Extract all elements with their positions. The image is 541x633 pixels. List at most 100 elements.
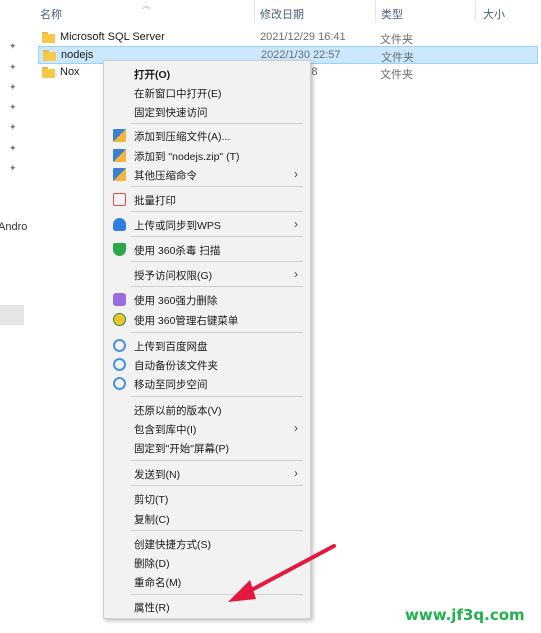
menu-separator [131, 186, 303, 187]
menu-item-label: 剪切(T) [134, 494, 169, 506]
shredder-icon [113, 293, 126, 306]
column-header-size[interactable]: 大小 [483, 6, 505, 22]
pin-icon[interactable]: ✦ [9, 62, 19, 72]
menu-item-send-to[interactable]: 发送到(N) › [104, 464, 310, 483]
file-name: Microsoft SQL Server [60, 31, 165, 43]
pin-icon[interactable]: ✦ [9, 102, 19, 112]
menu-item-label: 重命名(M) [134, 577, 182, 589]
menu-item-upload-baidu[interactable]: 上传到百度网盘 [104, 336, 310, 355]
menu-item-include-library[interactable]: 包含到库中(I) › [104, 419, 310, 438]
menu-item-label: 批量打印 [134, 195, 176, 207]
menu-item-add-zip[interactable]: 添加到 "nodejs.zip" (T) [104, 146, 310, 165]
column-header-type[interactable]: 类型 [381, 6, 403, 22]
nav-item-label[interactable]: Andro [0, 221, 27, 233]
menu-separator [131, 332, 303, 333]
menu-item-batch-print[interactable]: 批量打印 [104, 190, 310, 209]
menu-item-label: 其他压缩命令 [134, 170, 197, 182]
menu-item-pin-quick-access[interactable]: 固定到快速访问 [104, 102, 310, 121]
menu-item-properties[interactable]: 属性(R) [104, 597, 310, 616]
pin-icon[interactable]: ✦ [9, 163, 19, 173]
menu-separator [131, 236, 303, 237]
shield-icon [113, 243, 126, 256]
menu-item-label: 使用 360杀毒 扫描 [134, 245, 221, 257]
pin-icon[interactable]: ✦ [9, 41, 19, 51]
menu-item-cut[interactable]: 剪切(T) [104, 489, 310, 508]
menu-item-label: 上传或同步到WPS [134, 220, 221, 232]
menu-item-label: 自动备份该文件夹 [134, 360, 218, 372]
print-icon [113, 193, 126, 206]
column-divider[interactable] [375, 0, 376, 22]
folder-icon [42, 67, 55, 78]
navigation-pane: ✦ ✦ ✦ ✦ ✦ ✦ ✦ Andro [0, 0, 27, 633]
file-type: 文件夹 [381, 52, 414, 64]
menu-item-label: 固定到"开始"屏幕(P) [134, 443, 229, 455]
menu-item-rename[interactable]: 重命名(M) [104, 572, 310, 591]
file-type: 文件夹 [380, 69, 413, 81]
menu-item-other-compress[interactable]: 其他压缩命令 › [104, 165, 310, 184]
menu-item-upload-wps[interactable]: 上传或同步到WPS › [104, 215, 310, 234]
wps-cloud-icon [113, 218, 126, 231]
file-name: Nox [60, 66, 80, 78]
menu-item-open-new-window[interactable]: 在新窗口中打开(E) [104, 83, 310, 102]
baidu-netdisk-icon [113, 339, 126, 352]
file-row[interactable]: Microsoft SQL Server 2021/12/29 16:41 文件… [38, 29, 538, 47]
pin-icon[interactable]: ✦ [9, 122, 19, 132]
column-header-name[interactable]: 名称 [40, 6, 62, 22]
menu-separator [131, 123, 303, 124]
chevron-right-icon: › [294, 466, 298, 480]
column-divider[interactable] [475, 0, 476, 22]
menu-separator [131, 211, 303, 212]
folder-icon [42, 32, 55, 43]
file-date: 2021/12/29 16:41 [260, 31, 346, 43]
menu-separator [131, 530, 303, 531]
menu-item-label: 发送到(N) [134, 469, 181, 481]
menu-item-label: 上传到百度网盘 [134, 341, 208, 353]
menu-item-label: 使用 360强力删除 [134, 295, 218, 307]
menu-item-add-archive[interactable]: 添加到压缩文件(A)... [104, 126, 310, 145]
menu-separator [131, 396, 303, 397]
menu-item-restore[interactable]: 还原以前的版本(V) [104, 400, 310, 419]
watermark-text: www.jf3q.com [405, 606, 525, 624]
menu-separator [131, 261, 303, 262]
file-type: 文件夹 [380, 34, 413, 46]
pin-icon[interactable]: ✦ [9, 82, 19, 92]
menu-separator [131, 594, 303, 595]
menu-item-scan-360[interactable]: 使用 360杀毒 扫描 [104, 240, 310, 259]
menu-item-label: 授予访问权限(G) [134, 270, 213, 282]
column-divider[interactable] [254, 0, 255, 22]
menu-separator [131, 286, 303, 287]
menu-item-label: 包含到库中(I) [134, 424, 197, 436]
nav-selected-item[interactable] [0, 305, 24, 325]
menu-item-delete[interactable]: 删除(D) [104, 553, 310, 572]
menu-item-grant-access[interactable]: 授予访问权限(G) › [104, 265, 310, 284]
menu-item-label: 在新窗口中打开(E) [134, 88, 222, 100]
sort-up-icon: ︿ [142, 1, 150, 10]
folder-icon [43, 50, 56, 61]
menu-item-move-sync[interactable]: 移动至同步空间 [104, 374, 310, 393]
menu-item-label: 添加到压缩文件(A)... [134, 131, 231, 143]
menu-item-pin-start[interactable]: 固定到"开始"屏幕(P) [104, 438, 310, 457]
menu-separator [131, 460, 303, 461]
winrar-icon [113, 129, 126, 142]
pin-icon[interactable]: ✦ [9, 143, 19, 153]
menu-item-create-shortcut[interactable]: 创建快捷方式(S) [104, 534, 310, 553]
column-header-date[interactable]: 修改日期 [260, 6, 304, 22]
menu-item-manage-360[interactable]: 使用 360管理右键菜单 [104, 310, 310, 329]
file-name: nodejs [61, 49, 94, 61]
menu-item-label: 添加到 "nodejs.zip" (T) [134, 151, 240, 163]
baidu-netdisk-icon [113, 377, 126, 390]
menu-item-copy[interactable]: 复制(C) [104, 509, 310, 528]
menu-item-auto-backup[interactable]: 自动备份该文件夹 [104, 355, 310, 374]
chevron-right-icon: › [294, 217, 298, 231]
context-menu: 打开(O) 在新窗口中打开(E) 固定到快速访问 添加到压缩文件(A)... 添… [103, 60, 311, 619]
winrar-icon [113, 149, 126, 162]
menu-item-label: 固定到快速访问 [134, 107, 208, 119]
menu-item-label: 属性(R) [134, 602, 170, 614]
menu-item-force-delete-360[interactable]: 使用 360强力删除 [104, 290, 310, 309]
menu-item-label: 还原以前的版本(V) [134, 405, 222, 417]
menu-item-label: 打开(O) [134, 69, 171, 81]
chevron-right-icon: › [294, 167, 298, 181]
menu-separator [131, 485, 303, 486]
menu-item-open[interactable]: 打开(O) [104, 64, 310, 83]
menu-item-label: 使用 360管理右键菜单 [134, 315, 239, 327]
